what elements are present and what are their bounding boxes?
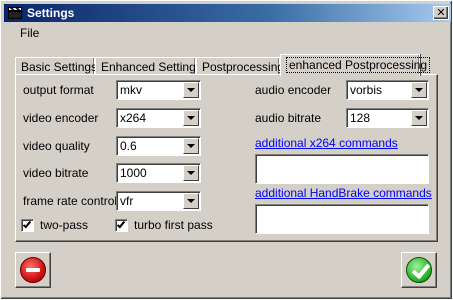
chevron-down-icon[interactable] bbox=[183, 82, 199, 98]
x264-commands-input[interactable] bbox=[255, 154, 429, 184]
handbrake-commands-input[interactable] bbox=[255, 204, 429, 234]
frame-rate-control-select[interactable]: vfr bbox=[116, 191, 201, 211]
audio-encoder-select[interactable]: vorbis bbox=[346, 80, 429, 100]
chevron-down-icon[interactable] bbox=[183, 138, 199, 154]
turbo-first-pass-checkbox[interactable]: turbo first pass bbox=[115, 218, 213, 232]
video-bitrate-select[interactable]: 1000 bbox=[116, 163, 201, 183]
chevron-down-icon[interactable] bbox=[411, 110, 427, 126]
checkmark-icon bbox=[116, 219, 126, 228]
cancel-button[interactable] bbox=[15, 252, 51, 288]
output-format-select[interactable]: mkv bbox=[116, 80, 201, 100]
form-area: output format mkv video encoder x264 vid… bbox=[0, 0, 453, 300]
audio-bitrate-label: audio bitrate bbox=[255, 111, 322, 125]
video-quality-select[interactable]: 0.6 bbox=[116, 136, 201, 156]
chevron-down-icon[interactable] bbox=[183, 110, 199, 126]
ok-checkmark-icon bbox=[406, 257, 432, 283]
frame-rate-control-label: frame rate control bbox=[23, 194, 118, 208]
additional-handbrake-commands-link[interactable]: additional HandBrake commands bbox=[255, 186, 432, 200]
chevron-down-icon[interactable] bbox=[183, 165, 199, 181]
audio-bitrate-select[interactable]: 128 bbox=[346, 108, 429, 128]
checkbox-box[interactable] bbox=[21, 218, 34, 232]
cancel-icon bbox=[20, 257, 46, 283]
video-bitrate-label: video bitrate bbox=[23, 166, 89, 180]
output-format-label: output format bbox=[23, 83, 94, 97]
ok-button[interactable] bbox=[401, 252, 437, 288]
chevron-down-icon[interactable] bbox=[411, 82, 427, 98]
video-quality-label: video quality bbox=[23, 139, 90, 153]
two-pass-checkbox[interactable]: two-pass bbox=[21, 218, 88, 232]
additional-x264-commands-link[interactable]: additional x264 commands bbox=[255, 136, 398, 150]
chevron-down-icon[interactable] bbox=[183, 193, 199, 209]
video-encoder-label: video encoder bbox=[23, 111, 99, 125]
audio-encoder-label: audio encoder bbox=[255, 83, 332, 97]
checkbox-box[interactable] bbox=[115, 218, 128, 232]
video-encoder-select[interactable]: x264 bbox=[116, 108, 201, 128]
checkmark-icon bbox=[22, 219, 32, 228]
